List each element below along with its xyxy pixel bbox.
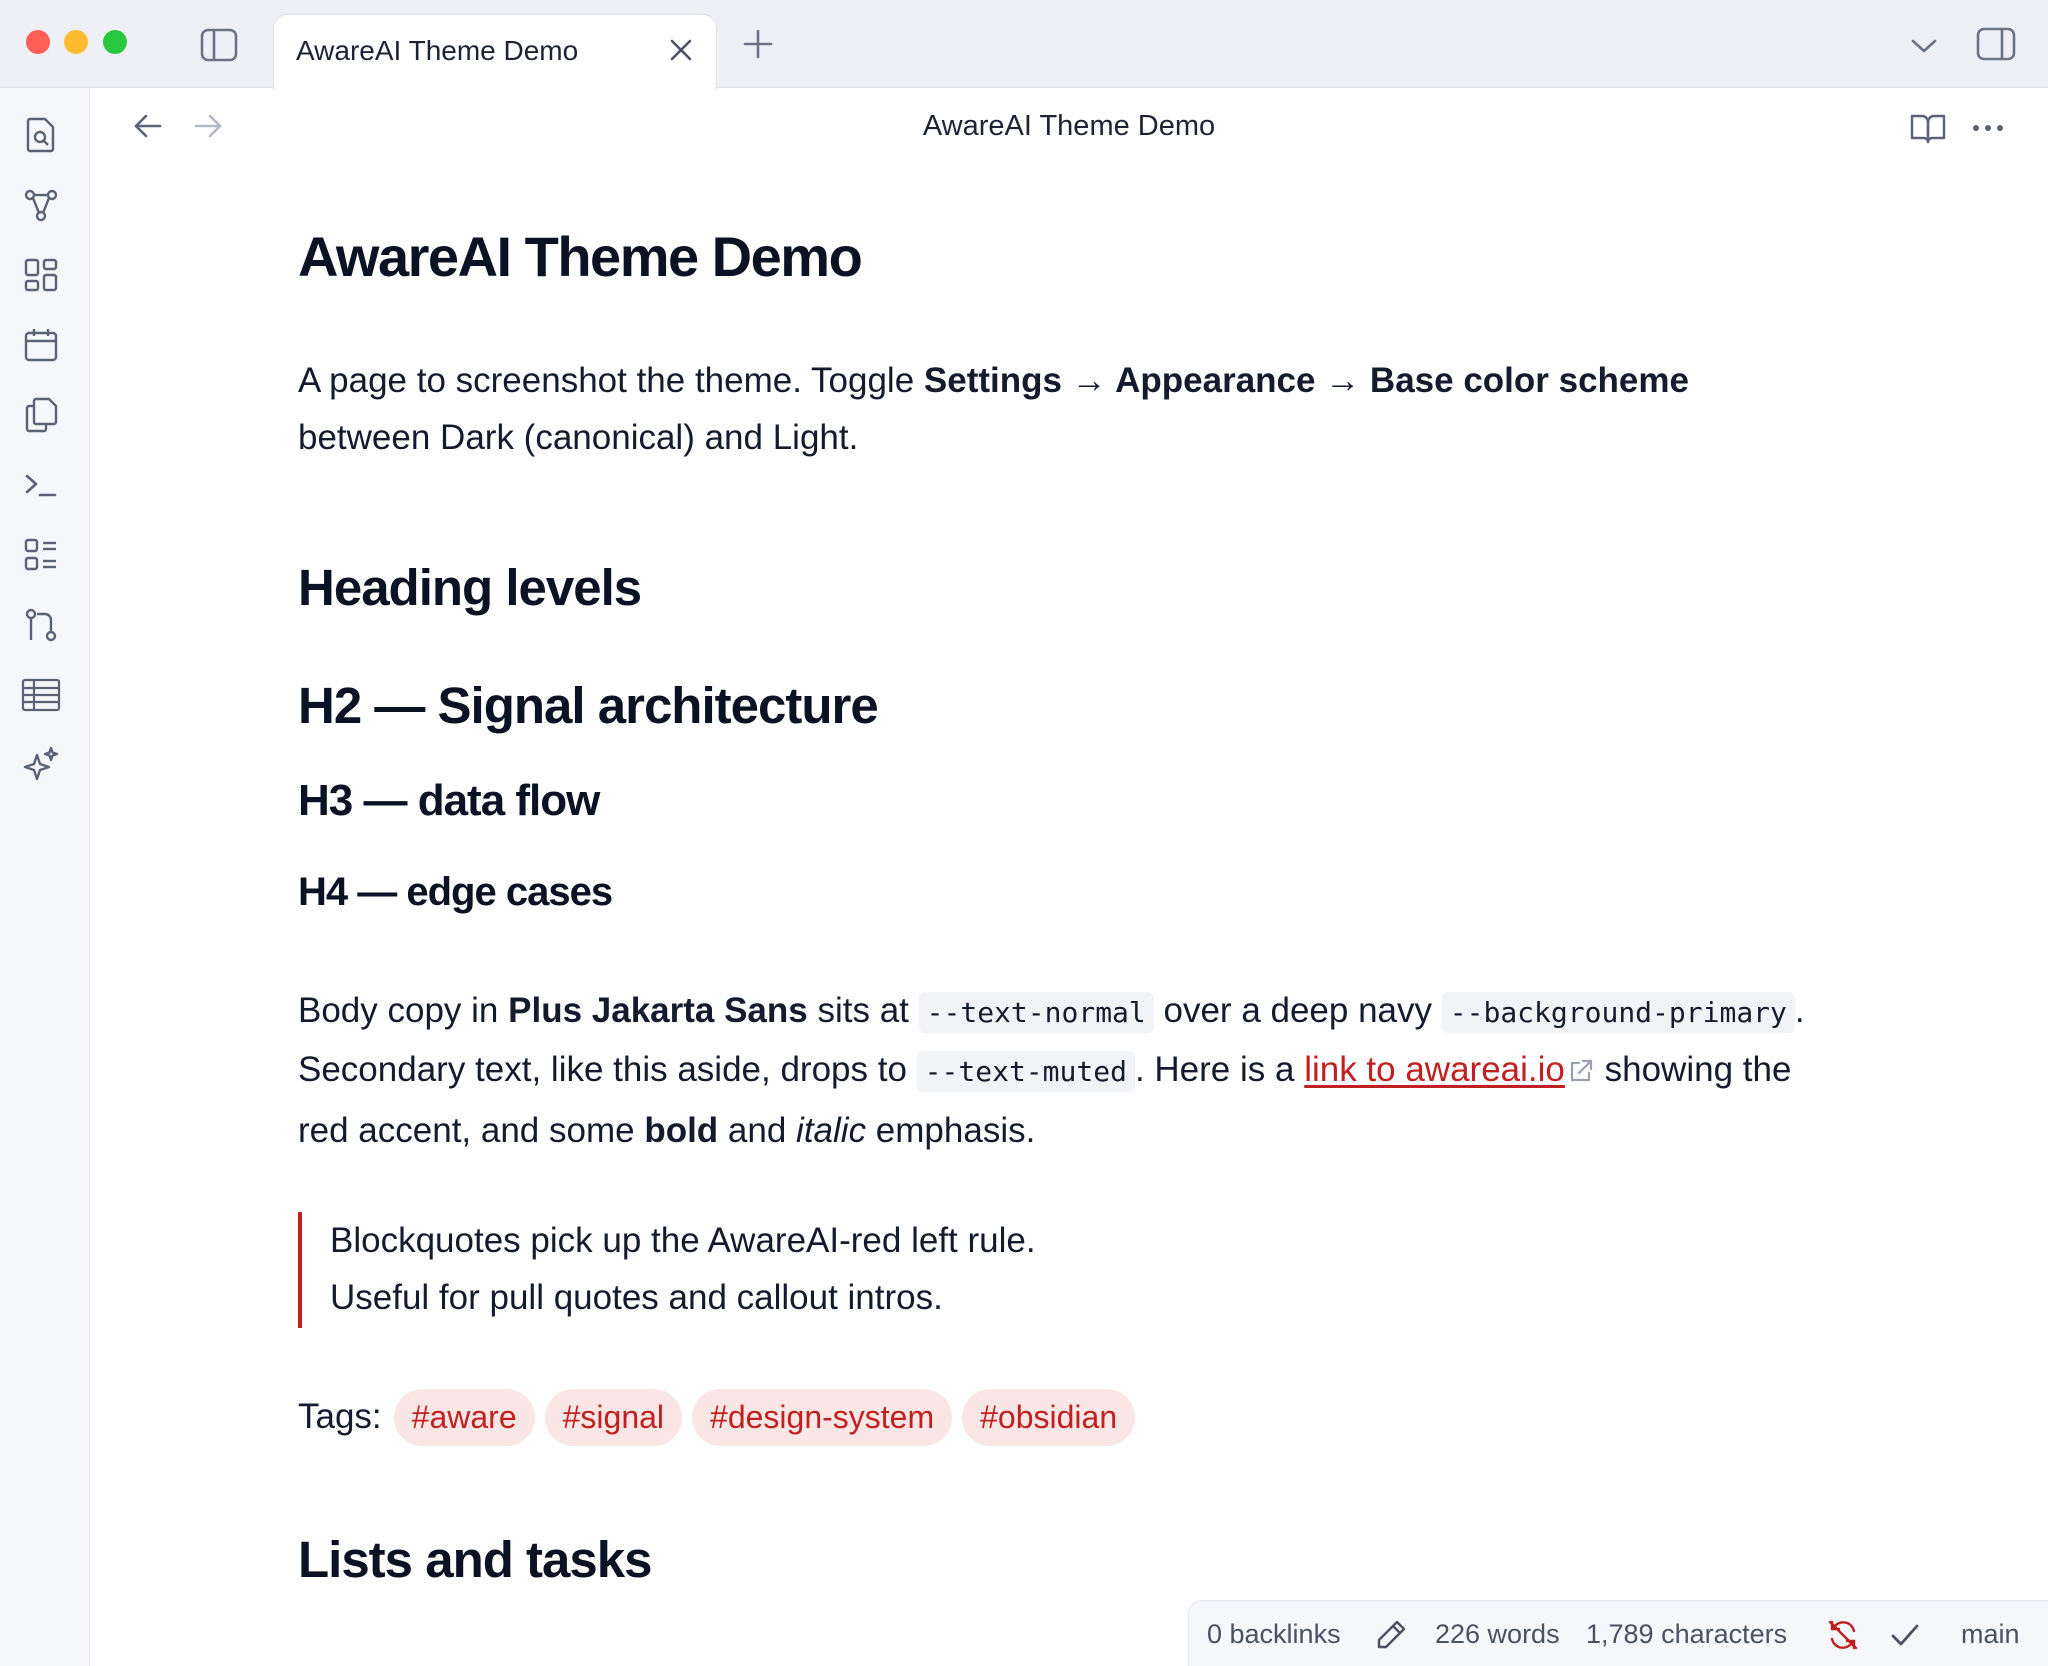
body-text: . bbox=[1794, 991, 1805, 1030]
tab-note[interactable]: AwareAI Theme Demo bbox=[273, 14, 717, 90]
body-italic: italic bbox=[796, 1111, 867, 1150]
more-options-icon[interactable] bbox=[1966, 106, 2010, 150]
heading-h2: H2 — Signal architecture bbox=[298, 677, 879, 734]
body-text: showing the bbox=[1594, 1050, 1792, 1089]
heading-lists: Lists and tasks bbox=[298, 1531, 652, 1588]
tags-label: Tags: bbox=[298, 1397, 382, 1436]
heading-h3: H3 — data flow bbox=[298, 776, 600, 825]
minimize-window-button[interactable] bbox=[64, 30, 88, 54]
blockquote: Blockquotes pick up the AwareAI-red left… bbox=[298, 1212, 1036, 1328]
inline-code: --background-primary bbox=[1441, 992, 1795, 1033]
calendar-icon[interactable] bbox=[18, 322, 64, 368]
git-branch-name[interactable]: main bbox=[1961, 1619, 2020, 1650]
chevron-down-icon[interactable] bbox=[1906, 28, 1942, 64]
inline-code: --text-normal bbox=[918, 992, 1154, 1033]
close-window-button[interactable] bbox=[26, 30, 50, 54]
dashboard-icon[interactable] bbox=[18, 252, 64, 298]
tag-pill[interactable]: #design-system bbox=[692, 1388, 953, 1446]
pencil-icon[interactable] bbox=[1373, 1617, 1409, 1653]
copy-icon[interactable] bbox=[18, 392, 64, 438]
tab-title: AwareAI Theme Demo bbox=[296, 35, 579, 66]
character-count: 1,789 characters bbox=[1586, 1619, 1788, 1649]
sync-off-icon[interactable] bbox=[1825, 1617, 1861, 1653]
external-link[interactable]: link to awareai.io bbox=[1304, 1050, 1565, 1089]
tag-pill[interactable]: #aware bbox=[393, 1388, 535, 1446]
heading-levels: Heading levels bbox=[298, 559, 642, 616]
close-icon[interactable] bbox=[666, 35, 696, 65]
view-title: AwareAI Theme Demo bbox=[922, 110, 1216, 142]
tag-pill[interactable]: #obsidian bbox=[962, 1388, 1136, 1446]
tags-row: Tags: #aware #signal #design-system #obs… bbox=[298, 1386, 1145, 1448]
maximize-window-button[interactable] bbox=[103, 30, 127, 54]
intro-paragraph: A page to screenshot the theme. Toggle S… bbox=[298, 352, 1689, 466]
body-text: and bbox=[718, 1111, 797, 1150]
note-title: AwareAI Theme Demo bbox=[298, 225, 863, 288]
intro-bold: Settings → Appearance → Base color schem… bbox=[923, 361, 1689, 400]
book-open-icon[interactable] bbox=[1906, 106, 1950, 150]
table-icon[interactable] bbox=[18, 672, 64, 718]
quote-line: Useful for pull quotes and callout intro… bbox=[330, 1278, 943, 1317]
search-file-icon[interactable] bbox=[18, 112, 64, 158]
plus-icon[interactable] bbox=[740, 26, 776, 62]
backlinks-count[interactable]: 0 backlinks bbox=[1207, 1619, 1341, 1650]
body-text: over a deep navy bbox=[1153, 991, 1442, 1030]
left-ribbon bbox=[0, 88, 90, 1666]
body-paragraph: Body copy in Plus Jakarta Sans sits at -… bbox=[298, 982, 1805, 1159]
view-header: AwareAI Theme Demo bbox=[90, 88, 2048, 168]
body-bold: Plus Jakarta Sans bbox=[508, 991, 808, 1030]
body-text: Body copy in bbox=[298, 991, 509, 1030]
word-count: 226 words bbox=[1435, 1619, 1560, 1649]
title-bar: AwareAI Theme Demo bbox=[0, 0, 2048, 90]
body-bold: bold bbox=[644, 1111, 719, 1150]
external-link-icon bbox=[1567, 1045, 1595, 1102]
intro-text: A page to screenshot the theme. Toggle bbox=[298, 361, 924, 400]
terminal-icon[interactable] bbox=[18, 462, 64, 508]
body-text: . Here is a bbox=[1134, 1050, 1305, 1089]
quote-line: Blockquotes pick up the AwareAI-red left… bbox=[330, 1221, 1036, 1260]
git-branch-icon[interactable] bbox=[18, 602, 64, 648]
inline-code: --text-muted bbox=[916, 1051, 1135, 1092]
body-text: emphasis. bbox=[866, 1111, 1036, 1150]
check-icon[interactable] bbox=[1887, 1617, 1923, 1653]
right-sidebar-toggle-icon[interactable] bbox=[1974, 22, 2018, 66]
heading-h4: H4 — edge cases bbox=[298, 870, 613, 914]
sidebar-toggle-icon[interactable] bbox=[198, 24, 240, 66]
graph-icon[interactable] bbox=[18, 182, 64, 228]
tag-pill[interactable]: #signal bbox=[544, 1388, 683, 1446]
sparkles-icon[interactable] bbox=[18, 742, 64, 788]
body-text: sits at bbox=[807, 991, 919, 1030]
intro-text-2: between Dark (canonical) and Light. bbox=[298, 418, 859, 457]
status-bar: 0 backlinks 226 words 1,789 characters m… bbox=[1188, 1600, 2048, 1666]
body-text: red accent, and some bbox=[298, 1111, 645, 1150]
checklist-icon[interactable] bbox=[18, 532, 64, 578]
body-text: Secondary text, like this aside, drops t… bbox=[298, 1050, 917, 1089]
